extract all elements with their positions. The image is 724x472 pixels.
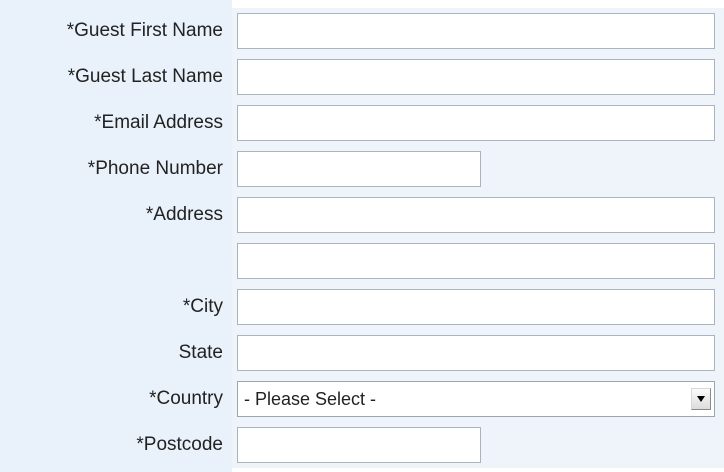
country-select-value: - Please Select - [244,389,377,409]
address-line2-input[interactable] [237,243,715,279]
email-input[interactable] [237,105,715,141]
country-label: *Country [149,388,223,409]
row-address-line2 [0,238,724,284]
postcode-input[interactable] [237,427,481,463]
row-last-name: *Guest Last Name [0,54,724,100]
phone-label: *Phone Number [87,158,223,179]
postcode-label: *Postcode [136,434,223,455]
row-first-name: *Guest First Name [0,8,724,54]
chevron-down-icon[interactable] [691,388,711,410]
email-label: *Email Address [94,112,223,133]
first-name-input[interactable] [237,13,715,49]
row-postcode: *Postcode [0,422,724,468]
row-city: *City [0,284,724,330]
first-name-label: *Guest First Name [66,20,223,41]
row-country: *Country - Please Select - [0,376,724,422]
row-phone: *Phone Number [0,146,724,192]
state-input[interactable] [237,335,715,371]
address-line1-input[interactable] [237,197,715,233]
row-state: State [0,330,724,376]
state-label: State [178,342,223,363]
city-label: *City [182,296,223,317]
city-input[interactable] [237,289,715,325]
address-label: *Address [145,204,223,225]
last-name-label: *Guest Last Name [67,66,223,87]
country-select[interactable]: - Please Select - [237,381,715,417]
phone-input[interactable] [237,151,481,187]
row-email: *Email Address [0,100,724,146]
guest-details-form: *Guest First Name *Guest Last Name *Emai… [0,0,724,472]
row-address: *Address [0,192,724,238]
last-name-input[interactable] [237,59,715,95]
